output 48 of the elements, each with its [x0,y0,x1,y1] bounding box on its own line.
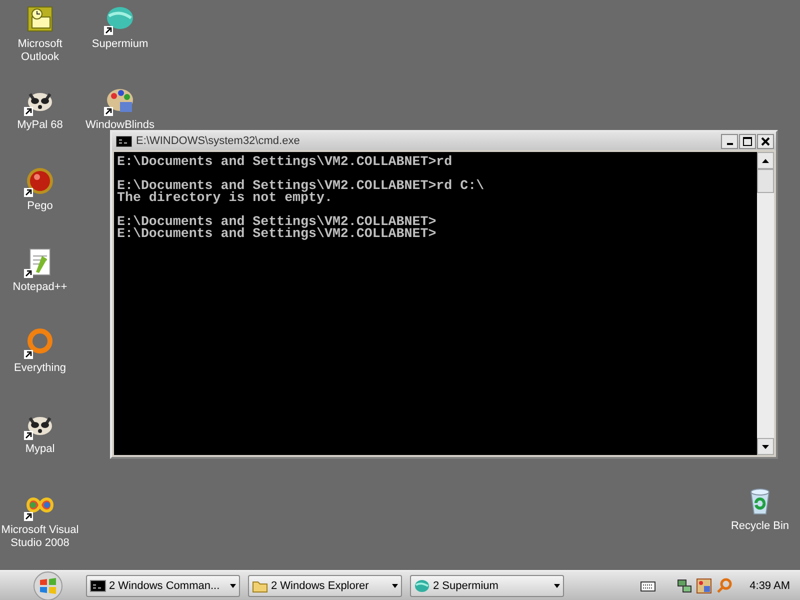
vertical-scrollbar[interactable] [757,152,774,455]
up-arrow-icon [762,158,769,162]
minimize-button[interactable] [721,134,738,148]
icon-label[interactable]: Microsoft Outlook [1,38,79,64]
shortcut-arrow-icon [104,26,113,35]
console-line: The directory is not empty. [117,192,332,204]
close-icon [761,136,770,146]
icon-label[interactable]: Microsoft Visual Studio 2008 [1,524,79,550]
console-line: E:\Documents and Settings\VM2.COLLABNET>rd [117,156,454,168]
window-title: E:\WINDOWS\system32\cmd.exe [136,135,300,147]
console-line: E:\Documents and Settings\VM2.COLLABNET> [117,216,438,228]
icon-label[interactable]: Pego [1,200,79,213]
dropdown-arrow-icon [230,584,236,588]
ball-icon [24,165,56,197]
dropdown-arrow-icon [392,584,398,588]
shortcut-arrow-icon [24,188,33,197]
shortcut-arrow-icon [24,350,33,359]
maximize-icon [743,136,752,146]
clock: 4:39 AM [750,580,790,592]
icon-label[interactable]: Notepad++ [1,281,79,294]
shortcut-arrow-icon [24,431,33,440]
icon-label[interactable]: WindowBlinds [81,119,159,132]
icon-label[interactable]: Mypal [1,443,79,456]
shortcut-arrow-icon [104,107,113,116]
taskbar-button[interactable]: 2 Supermium [410,575,564,597]
icon-label[interactable]: MyPal 68 [1,119,79,132]
taskbar-button[interactable]: 2 Windows Explorer [248,575,402,597]
scroll-up-button[interactable] [757,152,774,169]
shortcut-arrow-icon [24,269,33,278]
dropdown-arrow-icon [554,584,560,588]
network-icon[interactable] [676,578,692,594]
paint-palette-icon[interactable] [696,578,712,594]
shortcut-arrow-icon [24,512,33,521]
scroll-thumb[interactable] [757,169,774,193]
icon-label[interactable]: Everything [1,362,79,375]
taskbar-button[interactable]: 2 Windows Comman... [86,575,240,597]
down-arrow-icon [762,444,769,448]
console-line: E:\Documents and Settings\VM2.COLLABNET> [117,228,438,240]
maximize-button[interactable] [739,134,756,148]
close-button[interactable] [757,134,774,148]
globe-icon [414,578,430,594]
shortcut-arrow-icon [24,107,33,116]
scroll-down-button[interactable] [757,438,774,455]
console-app-icon [116,136,132,146]
console-line: E:\Documents and Settings\VM2.COLLABNET>rd C:\ [117,180,486,192]
icon-label[interactable]: Supermium [81,38,159,51]
icon-label[interactable]: Recycle Bin [721,520,799,533]
console-app-icon [90,578,106,594]
